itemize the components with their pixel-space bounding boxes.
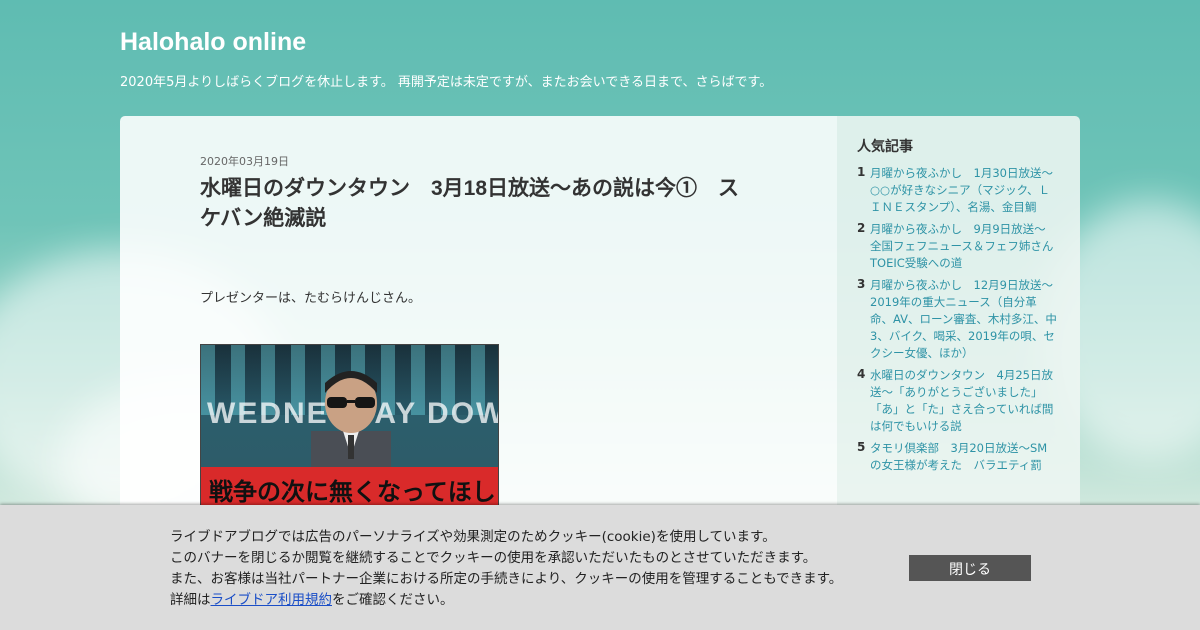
list-item: 2 月曜から夜ふかし 9月9日放送～全国フェフニュース＆フェフ姉さんTOEIC受… <box>857 221 1057 272</box>
cookie-details-prefix: 詳細は <box>170 592 211 608</box>
article-link[interactable]: 水曜日のダウンタウン 4月25日放送～「ありがとうございました」「あ」と「た」さ… <box>870 367 1057 435</box>
cookie-line: 詳細はライブドア利用規約をご確認ください。 <box>170 590 842 611</box>
post-body-text: プレゼンターは、たむらけんじさん。 <box>200 291 422 306</box>
rank-number: 5 <box>857 440 866 454</box>
main-column: 2020年03月19日 水曜日のダウンタウン 3月18日放送～あの説は今① スケ… <box>120 116 837 516</box>
presenter-figure <box>311 371 391 471</box>
cookie-line: ライブドアブログでは広告のパーソナライズや効果測定のためクッキー(cookie)… <box>170 529 776 545</box>
list-item: 4 水曜日のダウンタウン 4月25日放送～「ありがとうございました」「あ」と「た… <box>857 367 1057 435</box>
cookie-notice-text: ライブドアブログでは広告のパーソナライズや効果測定のためクッキー(cookie)… <box>170 527 842 611</box>
popular-articles-title: 人気記事 <box>857 139 913 155</box>
cookie-banner: ライブドアブログでは広告のパーソナライズや効果測定のためクッキー(cookie)… <box>0 505 1200 630</box>
blog-header: Halohalo online 2020年5月よりしばらくブログを休止します。 … <box>120 28 1080 90</box>
rank-number: 1 <box>857 165 866 179</box>
rank-number: 2 <box>857 221 866 235</box>
article-link[interactable]: タモリ倶楽部 3月20日放送～SMの女王様が考えた バラエティ罰 <box>870 440 1057 474</box>
list-item: 1 月曜から夜ふかし 1月30日放送～○○が好きなシニア（マジック、ＬＩＮＥスタ… <box>857 165 1057 216</box>
terms-link[interactable]: ライブドア利用規約 <box>211 592 333 608</box>
blog-description: 2020年5月よりしばらくブログを休止します。 再開予定は未定ですが、またお会い… <box>120 75 773 90</box>
cookie-details-suffix: をご確認ください。 <box>332 592 454 608</box>
rank-number: 4 <box>857 367 866 381</box>
sidebar: 人気記事 1 月曜から夜ふかし 1月30日放送～○○が好きなシニア（マジック、Ｌ… <box>837 116 1080 516</box>
rank-number: 3 <box>857 277 866 291</box>
blog-title[interactable]: Halohalo online <box>120 28 306 56</box>
post-title[interactable]: 水曜日のダウンタウン 3月18日放送～あの説は今① スケバン絶滅説 <box>200 174 760 234</box>
popular-articles-list: 1 月曜から夜ふかし 1月30日放送～○○が好きなシニア（マジック、ＬＩＮＥスタ… <box>857 165 1057 479</box>
cookie-line: また、お客様は当社パートナー企業における所定の手続きにより、クッキーの使用を管理… <box>170 571 843 587</box>
article-link[interactable]: 月曜から夜ふかし 9月9日放送～全国フェフニュース＆フェフ姉さんTOEIC受験へ… <box>870 221 1057 272</box>
post-date: 2020年03月19日 <box>200 155 289 168</box>
list-item: 5 タモリ倶楽部 3月20日放送～SMの女王様が考えた バラエティ罰 <box>857 440 1057 474</box>
close-button[interactable]: 閉じる <box>909 555 1031 581</box>
article-link[interactable]: 月曜から夜ふかし 1月30日放送～○○が好きなシニア（マジック、ＬＩＮＥスタンプ… <box>870 165 1057 216</box>
list-item: 3 月曜から夜ふかし 12月9日放送～2019年の重大ニュース（自分革命、AV、… <box>857 277 1057 362</box>
article-link[interactable]: 月曜から夜ふかし 12月9日放送～2019年の重大ニュース（自分革命、AV、ロー… <box>870 277 1057 362</box>
post-image[interactable]: WEDNESDAY DOWNTOWN 戦争の次に無くなってほしい <box>200 344 499 516</box>
cookie-line: このバナーを閉じるか閲覧を継続することでクッキーの使用を承認いただいたものとさせ… <box>170 550 817 566</box>
content-area: 2020年03月19日 水曜日のダウンタウン 3月18日放送～あの説は今① スケ… <box>120 116 1080 516</box>
